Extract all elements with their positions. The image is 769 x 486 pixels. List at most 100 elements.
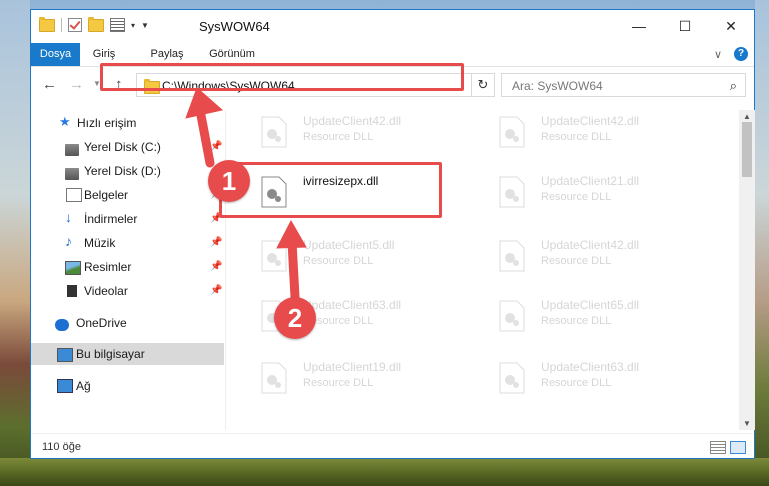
search-placeholder: Ara: SysWOW64 — [512, 79, 603, 93]
details-view-icon[interactable] — [710, 441, 726, 454]
file-item[interactable]: UpdateClient63.dll Resource DLL — [485, 356, 715, 402]
file-name: UpdateClient5.dll — [303, 238, 395, 252]
file-item[interactable]: UpdateClient42.dll Resource DLL — [485, 110, 715, 156]
file-description: Resource DLL — [541, 255, 612, 267]
file-item[interactable]: UpdateClient65.dll Resource DLL — [485, 294, 715, 340]
toolbar-separator — [61, 18, 62, 32]
file-highlight-box — [219, 162, 442, 218]
star-icon: ★ — [59, 114, 71, 129]
sidebar-item-music[interactable]: ♪ Müzik 📌 — [31, 232, 224, 254]
file-item[interactable]: UpdateClient42.dll Resource DLL — [485, 234, 715, 280]
file-name: UpdateClient21.dll — [541, 174, 640, 188]
quick-access-toolbar: ▾ ▼ — [39, 16, 149, 32]
sidebar-item-label: Resimler — [84, 260, 132, 274]
sidebar-item-network[interactable]: Ağ — [31, 375, 224, 397]
help-icon[interactable]: ? — [734, 47, 748, 61]
sidebar-item-quick-access[interactable]: ★ Hızlı erişim — [31, 112, 224, 134]
sidebar-item-label: Belgeler — [84, 188, 129, 202]
view-toggle — [710, 441, 746, 454]
sidebar-item-this-pc[interactable]: Bu bilgisayar — [31, 343, 224, 365]
window-controls: — ☐ ✕ — [616, 10, 754, 42]
sidebar-item-local-disk-c[interactable]: Yerel Disk (C:) 📌 — [31, 136, 224, 158]
pin-icon[interactable]: 📌 — [210, 237, 222, 248]
chevron-down-icon[interactable]: ▾ — [131, 21, 135, 30]
new-folder-icon[interactable] — [88, 16, 104, 32]
file-list: UpdateClient42.dll Resource DLL UpdateCl… — [227, 110, 738, 430]
sidebar-item-downloads[interactable]: ↓ İndirmeler 📌 — [31, 208, 224, 230]
properties-check-icon[interactable] — [68, 18, 82, 32]
toolbar-menu-icon[interactable]: ▼ — [141, 21, 149, 30]
file-name: UpdateClient42.dll — [303, 114, 402, 128]
refresh-icon[interactable]: ↻ — [471, 73, 495, 97]
scroll-up-icon[interactable]: ▲ — [743, 112, 751, 121]
close-button[interactable]: ✕ — [708, 10, 754, 42]
desktop-background-right — [755, 0, 769, 486]
file-description: Resource DLL — [303, 255, 374, 267]
tab-file[interactable]: Dosya — [31, 43, 80, 66]
dll-file-icon — [261, 362, 287, 394]
dll-file-icon — [499, 176, 525, 208]
step-1-badge: 1 — [208, 160, 250, 202]
sidebar-item-documents[interactable]: Belgeler 📌 — [31, 184, 224, 206]
search-input[interactable]: Ara: SysWOW64 ⌕ — [501, 73, 746, 97]
file-item[interactable]: UpdateClient21.dll Resource DLL — [485, 170, 715, 216]
customize-icon[interactable] — [110, 18, 125, 32]
back-arrow-icon[interactable]: ← — [42, 76, 57, 93]
ribbon-right-controls: ∨ ? — [714, 47, 748, 61]
search-icon[interactable]: ⌕ — [730, 78, 737, 94]
disk-icon — [65, 168, 79, 180]
file-item[interactable]: UpdateClient19.dll Resource DLL — [247, 356, 477, 402]
sidebar-item-label: OneDrive — [76, 316, 127, 330]
dll-file-icon — [499, 116, 525, 148]
sidebar-item-label: Müzik — [84, 236, 116, 250]
file-name: UpdateClient19.dll — [303, 360, 402, 374]
dll-file-icon — [261, 240, 287, 272]
file-description: Resource DLL — [541, 131, 612, 143]
forward-arrow-icon[interactable]: → — [69, 76, 84, 93]
disk-icon — [65, 144, 79, 156]
file-description: Resource DLL — [541, 377, 612, 389]
downloads-icon: ↓ — [65, 209, 72, 225]
sidebar-item-onedrive[interactable]: OneDrive — [31, 312, 224, 334]
pin-icon[interactable]: 📌 — [210, 285, 222, 296]
file-description: Resource DLL — [541, 191, 612, 203]
pin-icon[interactable]: 📌 — [210, 261, 222, 272]
file-name: UpdateClient42.dll — [541, 114, 640, 128]
status-bar: 110 öğe — [31, 433, 754, 460]
navigation-pane: ★ Hızlı erişim Yerel Disk (C:) 📌 Yerel D… — [31, 110, 225, 430]
ribbon-expand-chevron-icon[interactable]: ∨ — [714, 48, 722, 61]
tiles-view-icon[interactable] — [730, 441, 746, 454]
file-description: Resource DLL — [541, 315, 612, 327]
file-item[interactable]: UpdateClient5.dll Resource DLL — [247, 234, 477, 280]
sidebar-item-pictures[interactable]: Resimler 📌 — [31, 256, 224, 278]
dll-file-icon — [261, 116, 287, 148]
file-item[interactable]: UpdateClient42.dll Resource DLL — [247, 110, 477, 156]
maximize-button[interactable]: ☐ — [662, 10, 708, 42]
sidebar-item-videos[interactable]: Videolar 📌 — [31, 280, 224, 302]
cloud-icon — [55, 319, 69, 331]
sidebar-item-label: Hızlı erişim — [77, 116, 137, 130]
sidebar-item-local-disk-d[interactable]: Yerel Disk (D:) 📌 — [31, 160, 224, 182]
sidebar-item-label: Yerel Disk (D:) — [84, 164, 161, 178]
folder-icon[interactable] — [39, 16, 55, 32]
file-name: UpdateClient65.dll — [541, 298, 640, 312]
desktop-background-left — [0, 0, 30, 486]
dll-file-icon — [499, 300, 525, 332]
sidebar-item-label: İndirmeler — [84, 212, 138, 226]
pin-icon[interactable]: 📌 — [210, 141, 222, 152]
item-count: 110 öğe — [42, 441, 81, 453]
scroll-thumb[interactable] — [742, 122, 752, 177]
vertical-scrollbar[interactable]: ▲ ▼ — [739, 110, 755, 430]
videos-icon — [65, 285, 79, 297]
documents-icon — [66, 188, 82, 202]
file-description: Resource DLL — [303, 377, 374, 389]
sidebar-item-label: Videolar — [84, 284, 128, 298]
pane-divider — [225, 110, 226, 430]
minimize-button[interactable]: — — [616, 10, 662, 42]
file-description: Resource DLL — [303, 131, 374, 143]
sidebar-item-label: Yerel Disk (C:) — [84, 140, 161, 154]
scroll-down-icon[interactable]: ▼ — [743, 419, 751, 428]
sidebar-item-label: Bu bilgisayar — [76, 347, 145, 361]
sidebar-item-label: Ağ — [76, 379, 91, 393]
dll-file-icon — [499, 240, 525, 272]
